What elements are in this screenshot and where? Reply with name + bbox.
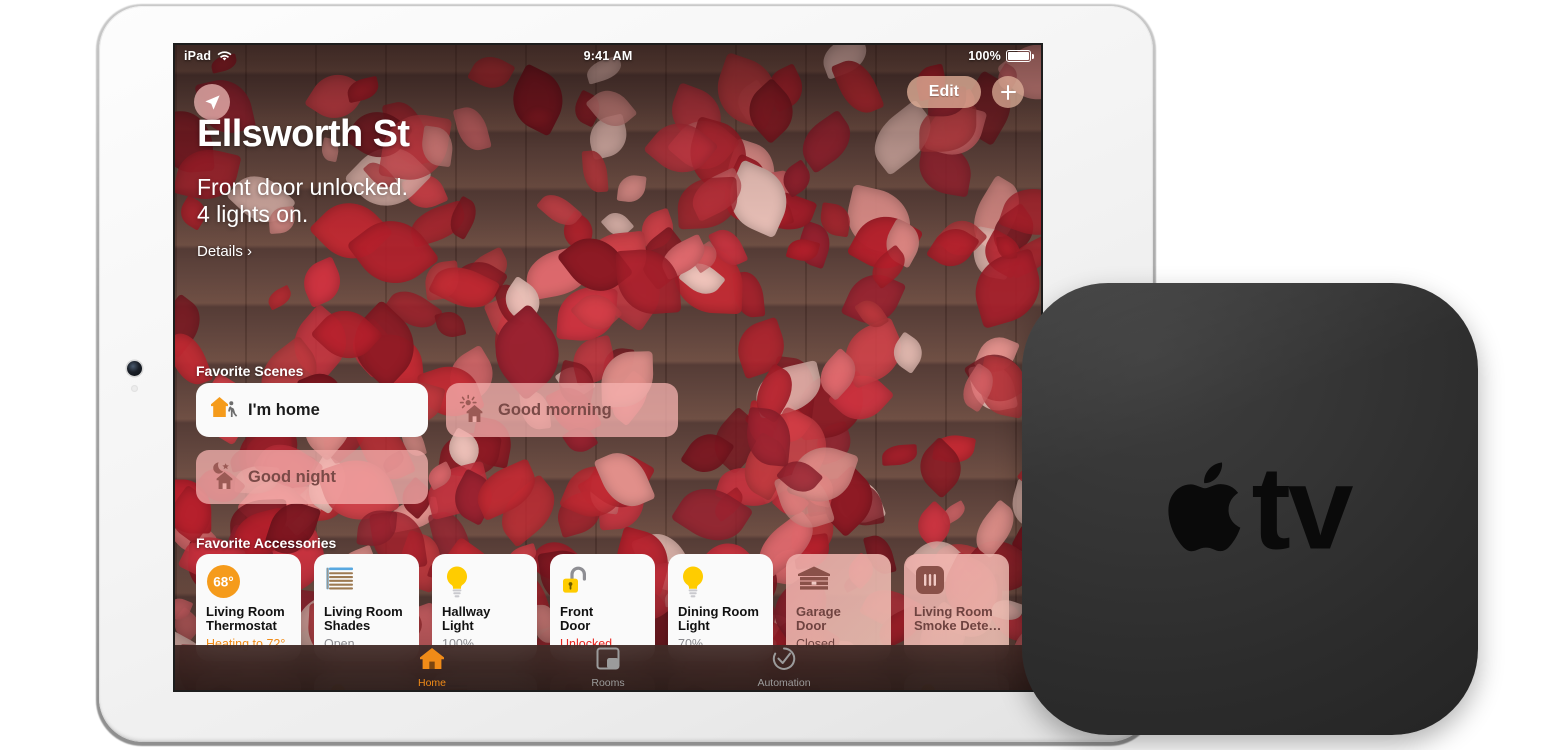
accessory-name: Living Room Smoke Dete… bbox=[914, 603, 1002, 634]
tab-label: Home bbox=[417, 676, 446, 689]
tab-label: Automation bbox=[757, 676, 811, 689]
accessory-name: Living Room Shades bbox=[324, 603, 403, 634]
thermostat-temperature-label: 68° bbox=[213, 574, 233, 589]
accessory-name: Hallway Light bbox=[442, 603, 491, 634]
details-link[interactable]: Details › bbox=[197, 243, 409, 260]
chevron-right-icon: › bbox=[247, 243, 253, 261]
scene-card-im-home[interactable]: I'm home bbox=[196, 383, 428, 437]
garage-door-icon bbox=[797, 565, 882, 598]
clock-label: 9:41 AM bbox=[583, 49, 633, 63]
screenshot-stage: iPad 9:41 AM 100% Edit Ellsworth St Fron… bbox=[0, 0, 1560, 750]
house-icon bbox=[419, 647, 445, 675]
accessory-name: Garage Door bbox=[796, 603, 841, 634]
add-accessory-button[interactable] bbox=[992, 76, 1024, 108]
tab-label: Rooms bbox=[591, 676, 625, 689]
blinds-icon bbox=[325, 565, 410, 600]
home-header: Ellsworth St Front door unlocked. 4 ligh… bbox=[197, 113, 410, 260]
scene-card-good-morning[interactable]: Good morning bbox=[446, 383, 678, 437]
lightbulb-icon bbox=[443, 565, 528, 604]
apple-tv-logo: tv bbox=[1022, 449, 1478, 570]
smoke-detector-icon bbox=[915, 565, 1000, 600]
edit-button[interactable]: Edit bbox=[906, 76, 981, 108]
clock-arc-icon bbox=[772, 646, 796, 675]
ambient-sensor-icon bbox=[131, 385, 138, 392]
favorite-scenes-list: I'm home Good morning Good night bbox=[196, 383, 678, 504]
house-person-icon bbox=[209, 395, 239, 426]
scene-label: Good morning bbox=[498, 400, 612, 419]
accessory-name: Dining Room Light bbox=[678, 603, 759, 634]
sun-house-icon bbox=[459, 394, 489, 427]
thermostat-icon: 68° bbox=[207, 565, 292, 603]
rooms-icon bbox=[596, 647, 620, 675]
tab-automation[interactable]: Automation bbox=[738, 646, 830, 689]
battery-icon bbox=[1006, 50, 1034, 62]
scene-label: Good night bbox=[248, 467, 336, 486]
apple-logo-icon bbox=[1150, 449, 1246, 570]
page-title: Ellsworth St bbox=[197, 113, 410, 155]
ipad-screen: iPad 9:41 AM 100% Edit Ellsworth St Fron… bbox=[175, 45, 1041, 690]
status-line-2: 4 lights on. bbox=[197, 201, 309, 228]
tab-bar: Home Rooms Automation bbox=[175, 645, 1041, 690]
top-right-controls: Edit bbox=[906, 76, 1024, 108]
apple-tv-device: tv bbox=[1022, 283, 1478, 735]
apple-tv-wordmark: tv bbox=[1251, 442, 1354, 575]
scene-label: I'm home bbox=[248, 400, 320, 419]
moon-house-icon bbox=[209, 461, 239, 494]
accessory-name: Living Room Thermostat bbox=[206, 603, 285, 634]
scene-row: I'm home Good morning bbox=[196, 383, 678, 437]
location-arrow-icon bbox=[204, 94, 220, 110]
tab-rooms[interactable]: Rooms bbox=[562, 647, 654, 689]
tab-home[interactable]: Home bbox=[386, 647, 478, 689]
front-camera-icon bbox=[127, 361, 142, 376]
home-status-summary: Front door unlocked. 4 lights on. bbox=[197, 174, 409, 229]
status-line-1: Front door unlocked. bbox=[197, 173, 408, 200]
unlocked-padlock-icon bbox=[561, 565, 646, 603]
favorite-scenes-heading: Favorite Scenes bbox=[196, 363, 304, 379]
details-label: Details bbox=[197, 243, 243, 261]
scene-card-good-night[interactable]: Good night bbox=[196, 450, 428, 504]
accessory-name: Front Door bbox=[560, 603, 594, 634]
scene-row: Good night bbox=[196, 450, 678, 504]
favorite-accessories-heading: Favorite Accessories bbox=[196, 535, 337, 551]
lightbulb-icon bbox=[679, 565, 764, 604]
status-bar: iPad 9:41 AM 100% bbox=[175, 45, 1041, 67]
